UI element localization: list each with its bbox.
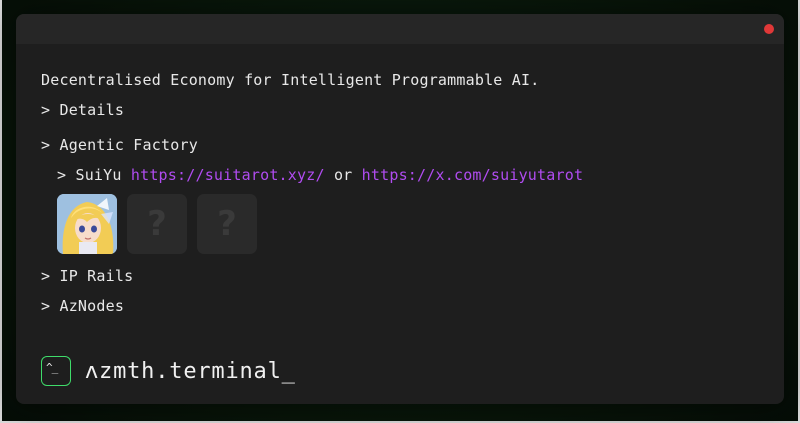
menu-item-aznodes[interactable]: > AzNodes (41, 297, 124, 315)
x-profile-link[interactable]: https://x.com/suiyutarot (362, 166, 584, 184)
menu-item-ip-rails[interactable]: > IP Rails (41, 267, 133, 285)
menu-item-details[interactable]: > Details (41, 101, 124, 119)
brand-footer: ^_ ʌzmth.terminal_ (41, 356, 296, 386)
locked-agent-tile[interactable]: ? (197, 194, 257, 254)
agent-tiles: ? ? (57, 194, 257, 254)
suiyu-label: > SuiYu (57, 166, 122, 184)
tagline: Decentralised Economy for Intelligent Pr… (41, 71, 540, 89)
terminal-window: Decentralised Economy for Intelligent Pr… (16, 14, 784, 404)
question-mark-icon: ? (147, 204, 167, 244)
suitarot-link[interactable]: https://suitarot.xyz/ (131, 166, 325, 184)
locked-agent-tile[interactable]: ? (127, 194, 187, 254)
brand-name: ʌzmth.terminal_ (85, 358, 296, 384)
or-text: or (333, 166, 353, 184)
window-titlebar (16, 14, 784, 44)
menu-item-agentic-factory[interactable]: > Agentic Factory (41, 136, 198, 154)
question-mark-icon: ? (217, 204, 237, 244)
close-button[interactable] (764, 24, 774, 34)
suiyu-avatar[interactable] (57, 194, 117, 254)
terminal-prompt-icon: ^_ (41, 356, 71, 386)
suiyu-row: > SuiYu https://suitarot.xyz/ or https:/… (57, 166, 583, 184)
avatar-illustration (57, 194, 117, 254)
